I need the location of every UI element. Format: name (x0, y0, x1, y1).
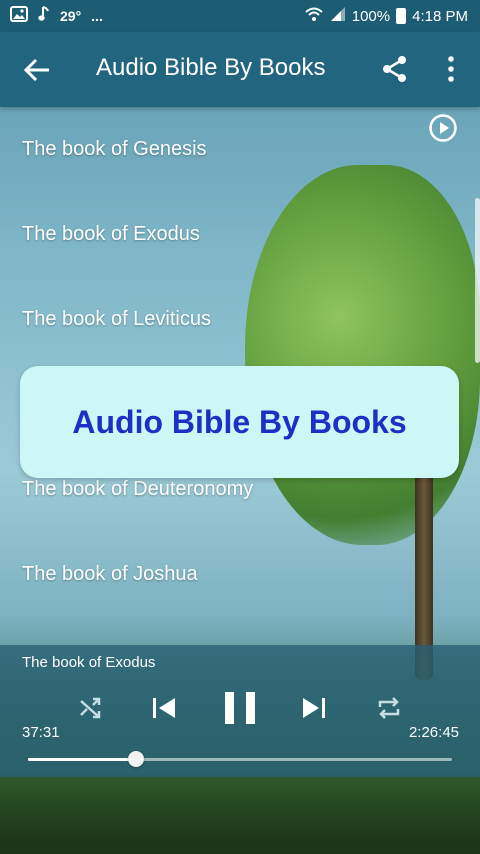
grass-background (0, 775, 480, 854)
play-circle-icon[interactable] (428, 113, 458, 143)
clock-text: 4:18 PM (412, 7, 468, 25)
music-note-icon (38, 6, 50, 26)
skip-previous-icon[interactable] (150, 694, 178, 727)
shuffle-icon[interactable] (78, 695, 104, 726)
signal-icon (330, 6, 346, 26)
wifi-icon (304, 6, 324, 26)
more-vertical-icon[interactable] (444, 54, 458, 84)
seek-bar-thumb[interactable] (128, 751, 145, 767)
book-item-exodus[interactable]: The book of Exodus (0, 192, 480, 277)
app-bar: Audio Bible By Books (0, 32, 480, 107)
pause-icon[interactable] (222, 690, 258, 731)
book-item-joshua[interactable]: The book of Joshua (0, 532, 480, 617)
book-label: The book of Deuteronomy (22, 478, 254, 500)
book-label: The book of Leviticus (22, 308, 211, 330)
now-playing-title: The book of Exodus (22, 654, 156, 671)
status-more-text: ... (91, 8, 103, 24)
book-item-leviticus[interactable]: The book of Leviticus (0, 277, 480, 362)
audio-player: The book of Exodus 37:31 2:26:45 (0, 645, 480, 777)
page-title: Audio Bible By Books (96, 54, 326, 81)
status-right: 100% 4:18 PM (304, 0, 468, 32)
back-arrow-icon[interactable] (22, 56, 52, 84)
total-time: 2:26:45 (408, 724, 459, 741)
seek-bar[interactable] (28, 751, 452, 767)
status-left: 29° ... (10, 0, 103, 32)
elapsed-time: 37:31 (22, 724, 60, 741)
book-label: The book of Exodus (22, 223, 200, 245)
book-item-genesis[interactable]: The book of Genesis (0, 107, 480, 192)
book-label: The book of Genesis (22, 138, 207, 160)
repeat-icon[interactable] (376, 695, 402, 726)
book-label: The book of Joshua (22, 563, 198, 585)
toast-text: Audio Bible By Books (72, 403, 407, 440)
status-bar: 29° ... 100% 4:18 PM (0, 0, 480, 32)
share-icon[interactable] (380, 54, 410, 84)
seek-bar-fill (28, 758, 137, 761)
toast-message: Audio Bible By Books (20, 366, 459, 478)
gallery-icon (10, 6, 28, 26)
temperature-text: 29° (60, 8, 82, 24)
battery-icon (396, 8, 407, 24)
skip-next-icon[interactable] (300, 694, 328, 727)
battery-percent-text: 100% (351, 7, 391, 25)
